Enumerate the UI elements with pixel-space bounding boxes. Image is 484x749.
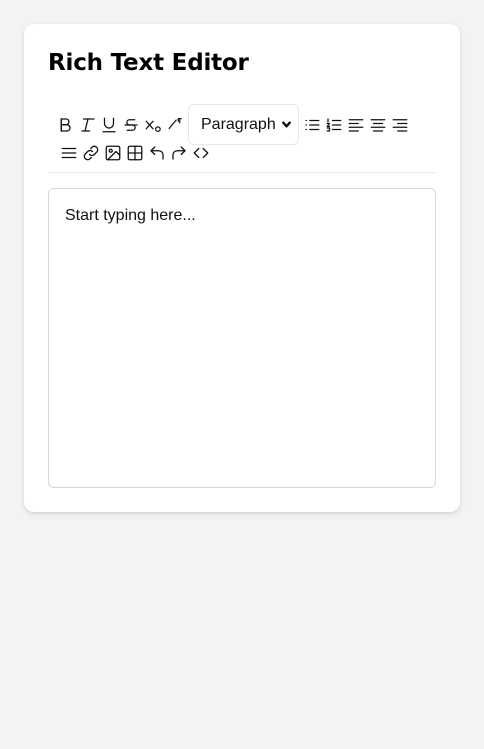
undo-button[interactable] (146, 142, 168, 164)
link-icon (83, 145, 99, 161)
editor-card: Rich Text Editor Paragraph Start typing … (24, 24, 460, 512)
align-right-button[interactable] (389, 114, 411, 136)
clear-format-icon (168, 117, 182, 129)
strikethrough-button[interactable] (120, 114, 142, 136)
align-left-icon (348, 119, 364, 132)
table-icon (127, 145, 143, 161)
numbered-list-icon (326, 118, 342, 132)
subscript-icon (145, 120, 161, 133)
image-button[interactable] (102, 142, 124, 164)
editor-toolbar: Paragraph (48, 104, 436, 173)
undo-icon (150, 146, 164, 160)
editor-text: Start typing here... (65, 207, 196, 224)
table-button[interactable] (124, 142, 146, 164)
align-center-button[interactable] (367, 114, 389, 136)
bold-icon (60, 118, 71, 132)
subscript-button[interactable] (142, 114, 164, 136)
bullet-list-button[interactable] (301, 114, 323, 136)
code-view-button[interactable] (190, 142, 212, 164)
underline-button[interactable] (98, 114, 120, 136)
code-view-icon (193, 147, 209, 159)
align-center-icon (370, 119, 386, 132)
chevron-down-icon (282, 121, 291, 128)
image-icon (105, 145, 121, 161)
numbered-list-button[interactable] (323, 114, 345, 136)
strikethrough-icon (124, 119, 138, 131)
editor-content-area[interactable]: Start typing here... (48, 188, 436, 488)
block-format-select[interactable]: Paragraph (188, 104, 299, 145)
align-right-icon (392, 119, 408, 132)
bullet-list-icon (305, 119, 320, 131)
redo-button[interactable] (168, 142, 190, 164)
italic-button[interactable] (77, 114, 99, 136)
redo-icon (172, 146, 186, 160)
align-justify-icon (61, 147, 77, 159)
align-left-button[interactable] (345, 114, 367, 136)
italic-icon (81, 118, 95, 132)
page-title: Rich Text Editor (48, 50, 249, 76)
block-format-value: Paragraph (201, 115, 276, 133)
link-button[interactable] (80, 142, 102, 164)
clear-format-button[interactable] (164, 112, 186, 134)
align-justify-button[interactable] (58, 142, 80, 164)
bold-button[interactable] (54, 114, 76, 136)
underline-icon (102, 117, 116, 133)
